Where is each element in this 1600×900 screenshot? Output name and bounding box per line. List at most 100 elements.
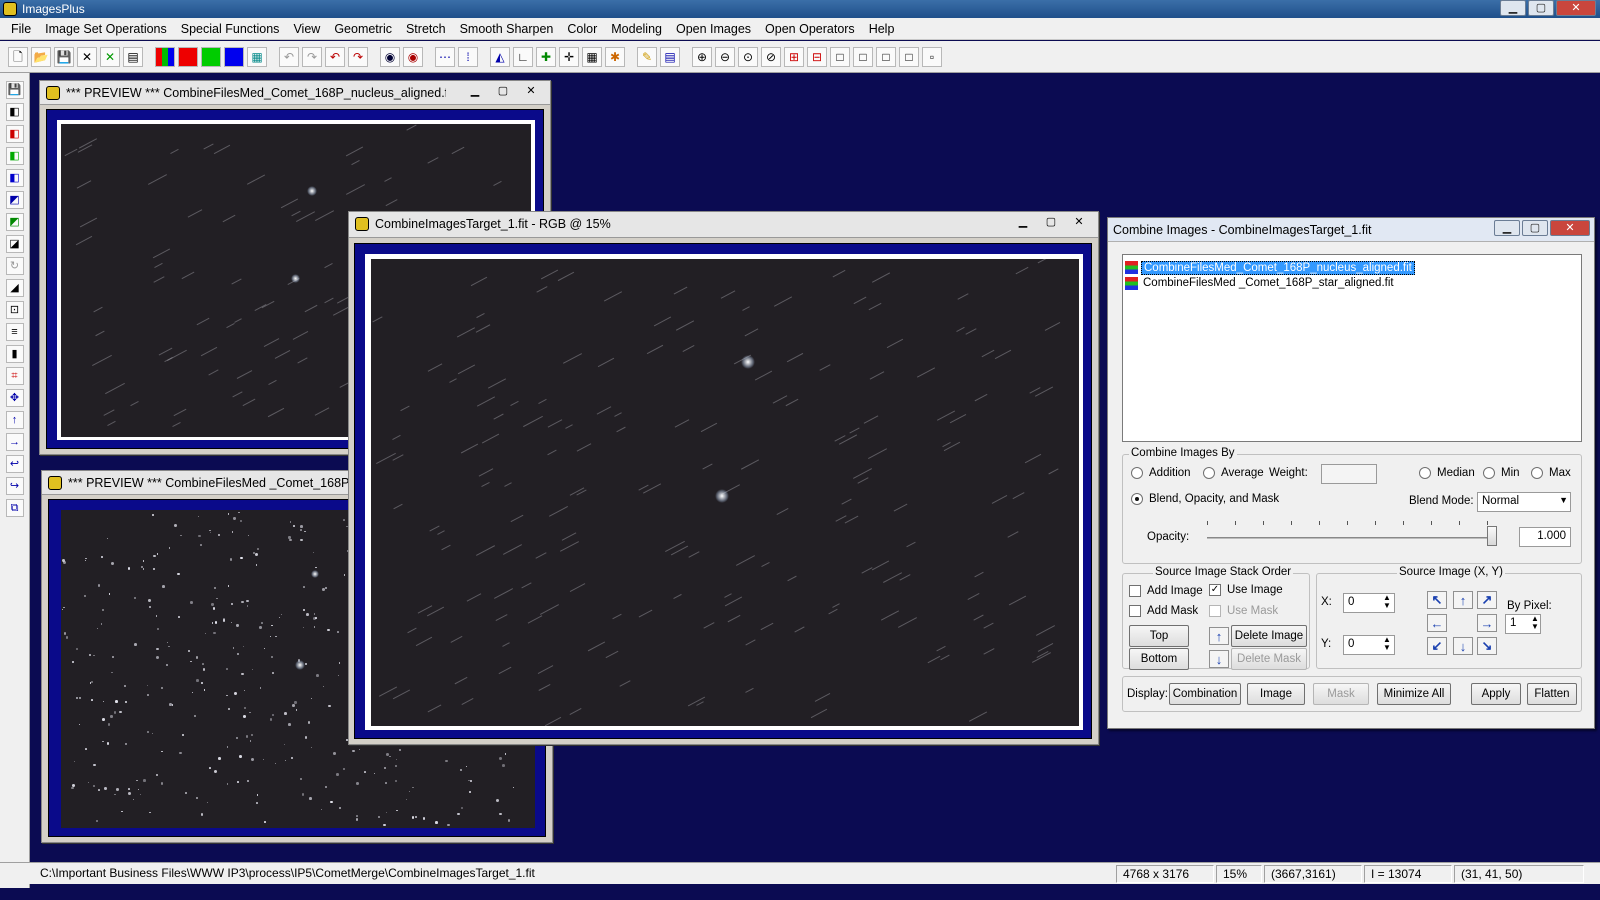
rgb-channels-icon[interactable] <box>155 46 175 67</box>
lines-icon[interactable]: ≡ <box>5 323 24 341</box>
menu-open-images[interactable]: Open Images <box>669 22 758 36</box>
menu-help[interactable]: Help <box>862 22 902 36</box>
nudge-up-right-icon[interactable]: ↗ <box>1477 591 1497 609</box>
by-pixel-spinner-icon[interactable]: ▲ ▼ <box>1531 615 1539 631</box>
addition-radio[interactable] <box>1131 467 1143 479</box>
close-button[interactable]: ✕ <box>518 83 544 100</box>
list-item[interactable]: CombineFilesMed _Comet_168P_star_aligned… <box>1123 277 1583 293</box>
blue-channel-icon[interactable] <box>224 46 244 67</box>
histogram-icon[interactable]: ◭ <box>490 46 510 67</box>
duplicate-icon[interactable]: ⧉ <box>5 499 24 517</box>
layer-mixed-icon[interactable]: ◩ <box>5 213 24 231</box>
weight-field[interactable] <box>1321 464 1377 484</box>
nudge-up-icon[interactable]: ↑ <box>1453 591 1473 609</box>
open-folder-icon[interactable]: 📂 <box>31 46 51 67</box>
redo-arrow-icon[interactable]: ↪ <box>5 477 24 495</box>
move-icon[interactable]: ✥ <box>5 389 24 407</box>
file-star-aligned[interactable]: CombineFilesMed _Comet_168P_star_aligned… <box>1141 277 1396 289</box>
calculator-icon[interactable]: ▦ <box>582 46 602 67</box>
save-icon[interactable]: 💾 <box>54 46 74 67</box>
preview-window-nucleus-titlebar[interactable]: *** PREVIEW *** CombineFilesMed_Comet_16… <box>40 81 550 105</box>
flatten-button[interactable]: Flatten <box>1527 683 1577 705</box>
maximize-button[interactable]: ▢ <box>1038 214 1064 231</box>
app-minimize-button[interactable]: ▁ <box>1500 0 1526 16</box>
use-image-checkbox[interactable]: ✓ <box>1209 584 1221 596</box>
menu-color[interactable]: Color <box>560 22 604 36</box>
menu-view[interactable]: View <box>286 22 327 36</box>
dialog-maximize-button[interactable]: ▢ <box>1522 220 1548 236</box>
delete-image-button[interactable]: Delete Image <box>1231 625 1307 647</box>
select-icon[interactable]: ⊡ <box>5 301 24 319</box>
frame-medium-icon[interactable]: □ <box>853 46 873 67</box>
menu-image-set-operations[interactable]: Image Set Operations <box>38 22 174 36</box>
menu-stretch[interactable]: Stretch <box>399 22 453 36</box>
zoom-fit-icon[interactable]: ⊙ <box>738 46 758 67</box>
green-layer-icon[interactable]: ◧ <box>5 147 24 165</box>
image-button[interactable]: Image <box>1247 683 1305 705</box>
rotate-icon[interactable]: ↻ <box>5 257 24 275</box>
green-channel-icon[interactable] <box>201 46 221 67</box>
arrow-right-icon[interactable]: → <box>5 433 24 451</box>
dialog-minimize-button[interactable]: ▁ <box>1494 220 1520 236</box>
close-button[interactable]: ✕ <box>1066 214 1092 231</box>
menu-open-operators[interactable]: Open Operators <box>758 22 862 36</box>
copy-image-icon[interactable]: ◧ <box>5 103 24 121</box>
add-image-checkbox[interactable] <box>1129 585 1141 597</box>
menu-file[interactable]: File <box>4 22 38 36</box>
grid-icon[interactable]: ▦ <box>247 46 267 67</box>
source-files-list[interactable]: CombineFilesMed_Comet_168P_nucleus_align… <box>1122 254 1582 442</box>
zoom-actual-icon[interactable]: ⊘ <box>761 46 781 67</box>
nudge-left-icon[interactable]: ← <box>1427 614 1447 632</box>
close-all-icon[interactable]: ✕ <box>100 46 120 67</box>
zoom-in-icon[interactable]: ⊕ <box>692 46 712 67</box>
dialog-titlebar[interactable]: Combine Images - CombineImagesTarget_1.f… <box>1108 218 1594 242</box>
use-mask-checkbox[interactable] <box>1209 605 1221 617</box>
top-button[interactable]: Top <box>1129 625 1189 647</box>
frame-small-icon[interactable]: □ <box>876 46 896 67</box>
app-maximize-button[interactable]: ▢ <box>1528 0 1554 16</box>
opacity-slider-track[interactable] <box>1207 537 1497 539</box>
star-tool-icon[interactable]: ✱ <box>605 46 625 67</box>
undo-all-icon[interactable]: ↶ <box>325 46 345 67</box>
nudge-down-icon[interactable]: ↓ <box>1453 637 1473 655</box>
menu-special-functions[interactable]: Special Functions <box>174 22 287 36</box>
frame-min-icon[interactable]: ▫ <box>922 46 942 67</box>
minimize-button[interactable]: ▁ <box>1010 214 1036 231</box>
pencil-icon[interactable]: ✎ <box>637 46 657 67</box>
blend-opacity-mask-radio[interactable] <box>1131 493 1143 505</box>
frame-large-icon[interactable]: □ <box>830 46 850 67</box>
dialog-close-button[interactable]: ✕ <box>1550 220 1590 236</box>
undo-icon[interactable]: ↶ <box>279 46 299 67</box>
zoom-out-icon[interactable]: ⊖ <box>715 46 735 67</box>
nudge-right-icon[interactable]: → <box>1477 614 1497 632</box>
menu-geometric[interactable]: Geometric <box>327 22 399 36</box>
median-radio[interactable] <box>1419 467 1431 479</box>
move-down-icon[interactable]: ↓ <box>1209 650 1229 668</box>
y-spinner-icon[interactable]: ▲ ▼ <box>1383 636 1391 652</box>
circle-mask-red-icon[interactable]: ◉ <box>403 46 423 67</box>
bottom-button[interactable]: Bottom <box>1129 648 1189 670</box>
frame-tiny-icon[interactable]: □ <box>899 46 919 67</box>
apply-button[interactable]: Apply <box>1471 683 1521 705</box>
zoom-box-out-icon[interactable]: ⊟ <box>807 46 827 67</box>
table-icon[interactable]: ▤ <box>660 46 680 67</box>
menu-smooth-sharpen[interactable]: Smooth Sharpen <box>453 22 561 36</box>
mask-button[interactable]: Mask <box>1313 683 1369 705</box>
target-image-window[interactable]: CombineImagesTarget_1.fit - RGB @ 15% ▁ … <box>348 211 1099 745</box>
scatter-icon[interactable]: ⁞ <box>458 46 478 67</box>
crop-icon[interactable]: ⌗ <box>5 367 24 385</box>
paste-icon[interactable]: ◪ <box>5 235 24 253</box>
average-radio[interactable] <box>1203 467 1215 479</box>
redo-all-icon[interactable]: ↷ <box>348 46 368 67</box>
new-file-icon[interactable]: 🗋 <box>8 46 28 67</box>
delete-mask-button[interactable]: Delete Mask <box>1231 648 1307 670</box>
nudge-down-left-icon[interactable]: ↙ <box>1427 637 1447 655</box>
save-image-icon[interactable]: 💾 <box>5 81 24 99</box>
circle-mask-icon[interactable]: ◉ <box>380 46 400 67</box>
minimize-all-button[interactable]: Minimize All <box>1377 683 1451 705</box>
undo-arrow-icon[interactable]: ↩ <box>5 455 24 473</box>
print-icon[interactable]: ▤ <box>123 46 143 67</box>
cross-icon[interactable]: ✛ <box>559 46 579 67</box>
curve-icon[interactable]: ∟ <box>513 46 533 67</box>
red-layer-icon[interactable]: ◧ <box>5 125 24 143</box>
